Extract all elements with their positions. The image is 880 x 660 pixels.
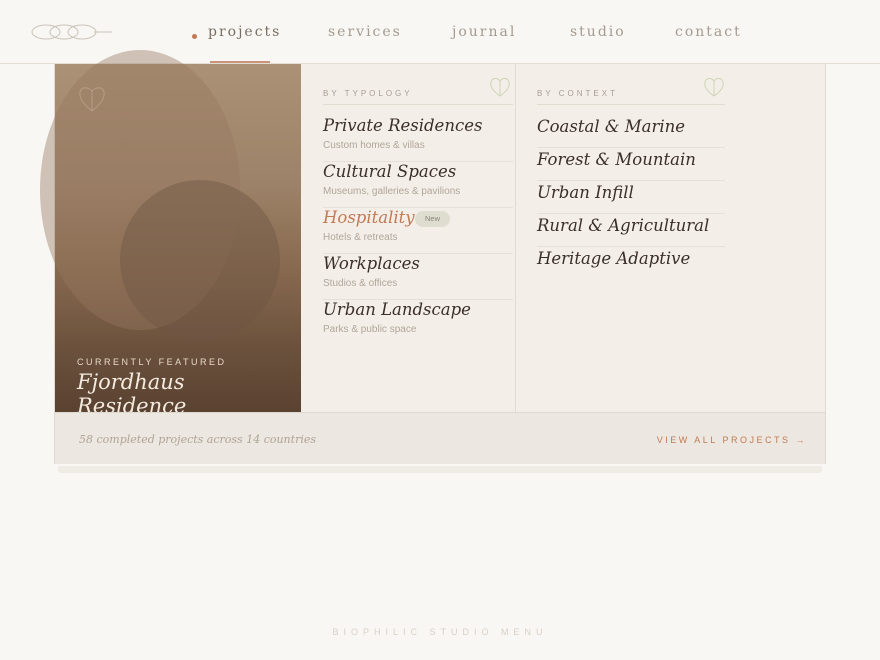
featured-title[interactable]: Fjordhaus Residence [77,370,277,412]
nav-journal[interactable]: journal [452,24,516,40]
menu-item-subtitle: Museums, galleries & pavilions [323,186,461,197]
project-stats: 58 completed projects across 14 countrie… [79,433,316,446]
menu-item-subtitle: Hotels & retreats [323,232,398,243]
featured-label: CURRENTLY FEATURED [77,357,227,367]
menu-item-cultural-spaces[interactable]: Cultural Spaces Museums, galleries & pav… [323,162,513,208]
column-divider [515,64,516,412]
menu-item-coastal-marine[interactable]: Coastal & Marine [537,115,725,148]
menu-item-title: Urban Landscape [323,300,471,319]
logo-icon[interactable] [30,20,114,44]
menu-item-urban-infill[interactable]: Urban Infill [537,181,725,214]
menu-item-workplaces[interactable]: Workplaces Studios & offices [323,254,513,300]
menu-item-subtitle: Studios & offices [323,278,398,289]
context-heading: BY CONTEXT [537,89,618,98]
page-caption: BIOPHILIC STUDIO MENU [332,627,548,637]
leaf-heart-icon [704,78,724,97]
context-divider [537,104,725,105]
active-indicator-dot [192,34,197,39]
typology-heading: BY TYPOLOGY [323,89,413,98]
new-badge: New [415,211,451,227]
menu-item-title: Hospitality [323,208,415,227]
menu-item-title: Coastal & Marine [537,117,686,136]
decorative-blob [120,180,280,340]
nav-services[interactable]: services [328,24,402,40]
menu-item-subtitle: Custom homes & villas [323,140,425,151]
menu-item-heritage-adaptive[interactable]: Heritage Adaptive [537,247,725,280]
active-nav-underline [210,61,270,63]
menu-item-hospitality[interactable]: Hospitality New Hotels & retreats [323,208,513,254]
menu-item-title: Forest & Mountain [537,150,696,169]
menu-item-forest-mountain[interactable]: Forest & Mountain [537,148,725,181]
nav-projects[interactable]: projects [208,24,281,40]
menu-item-title: Heritage Adaptive [537,249,691,268]
menu-item-subtitle: Parks & public space [323,324,417,335]
typology-divider [323,104,513,105]
menu-item-title: Rural & Agricultural [537,216,710,235]
panel-shadow [58,466,822,473]
menu-item-title: Private Residences [323,116,483,135]
nav-studio[interactable]: studio [570,24,626,40]
nav-contact[interactable]: contact [675,24,742,40]
menu-item-urban-landscape[interactable]: Urban Landscape Parks & public space [323,300,513,346]
menu-item-rural-agricultural[interactable]: Rural & Agricultural [537,214,725,247]
view-all-projects-link[interactable]: VIEW ALL PROJECTS → [657,435,807,445]
menu-item-title: Cultural Spaces [323,162,457,181]
menu-item-private-residences[interactable]: Private Residences Custom homes & villas [323,116,513,162]
menu-item-title: Workplaces [323,254,420,273]
leaf-heart-icon [490,78,510,97]
menu-item-title: Urban Infill [537,183,634,202]
menu-footer: 58 completed projects across 14 countrie… [55,412,825,464]
